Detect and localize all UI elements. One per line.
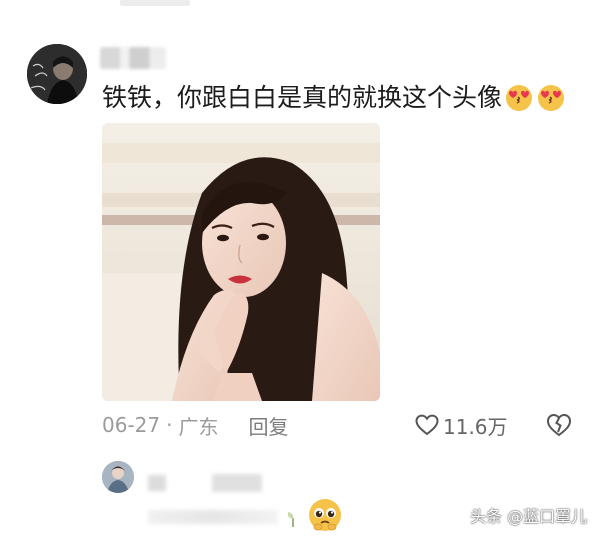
meta-separator: · [166, 413, 173, 437]
commenter-username-blurred[interactable] [100, 47, 166, 69]
watermark: 头条 @蓝口罩儿 [470, 507, 588, 526]
kissing-heart-face-icon [506, 85, 533, 111]
heart-outline-icon [415, 414, 439, 436]
comment-text: 铁铁，你跟白白是真的就换这个头像 [102, 83, 503, 112]
comment-attached-photo[interactable] [102, 123, 380, 401]
like-count: 11.6万 [443, 414, 508, 439]
comment-location: 广东 [178, 414, 219, 439]
comment-text-row: 铁铁，你跟白白是真的就换这个头像 [102, 80, 566, 116]
small-sprout-icon [287, 512, 294, 527]
like-button[interactable]: 11.6万 [415, 410, 508, 440]
commenter-avatar[interactable] [27, 44, 87, 104]
pleading-face-icon [309, 499, 341, 531]
comment-date: 06-27 [102, 413, 161, 437]
kissing-heart-face-icon [538, 85, 565, 111]
broken-heart-icon[interactable] [546, 412, 572, 438]
reply-text-blurred [148, 510, 278, 524]
replier-name-blurred[interactable] [148, 475, 166, 491]
replier-name-blurred-2 [212, 474, 262, 492]
comment-meta-row: 06-27 · 广东 回复 [102, 410, 288, 440]
replier-avatar[interactable] [102, 461, 134, 493]
reply-button[interactable]: 回复 [248, 411, 288, 440]
previous-comment-fragment [120, 0, 190, 6]
